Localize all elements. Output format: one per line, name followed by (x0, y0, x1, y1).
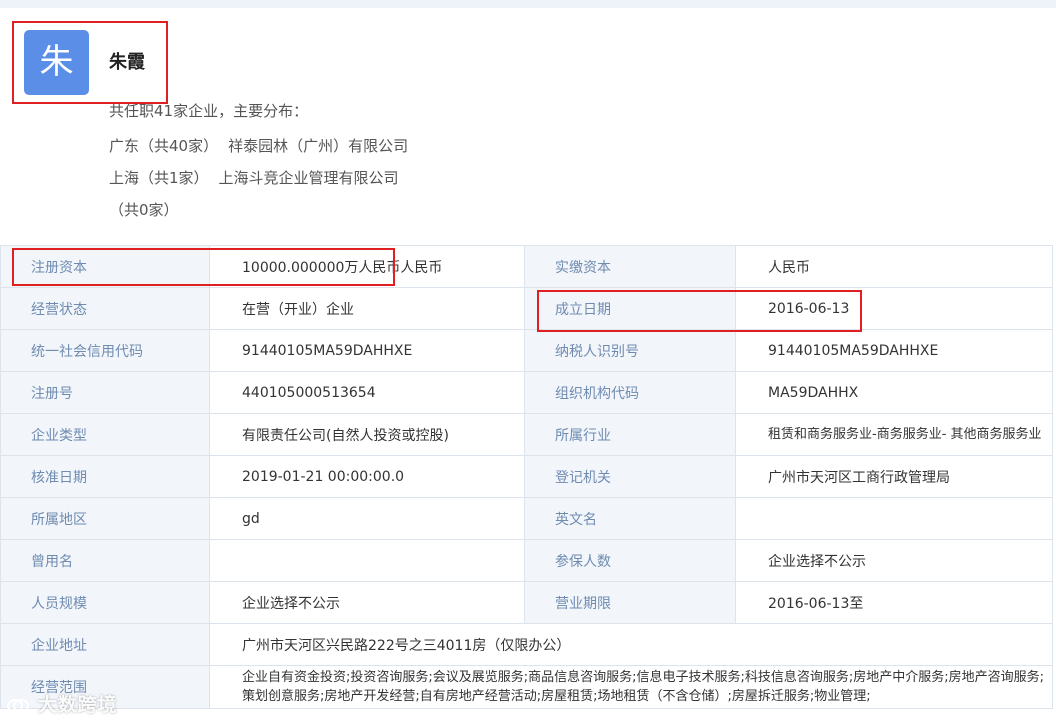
field-value: 10000.000000万人民币人民币 (209, 245, 525, 288)
field-value: MA59DAHHX (735, 371, 1053, 414)
watermark: 大数跨境 (6, 690, 118, 717)
info-row: 所属地区 gd 英文名 (0, 497, 1053, 540)
info-row: 人员规模 企业选择不公示 营业期限 2016-06-13至 (0, 581, 1053, 624)
field-value: 91440105MA59DAHHXE (735, 329, 1053, 372)
field-value: 企业选择不公示 (735, 539, 1053, 582)
field-label: 登记机关 (524, 455, 736, 498)
field-label: 企业地址 (0, 623, 210, 666)
field-label: 曾用名 (0, 539, 210, 582)
watermark-logo-icon (7, 698, 29, 713)
field-label: 组织机构代码 (524, 371, 736, 414)
field-value: 在营（开业）企业 (209, 287, 525, 330)
field-label: 所属地区 (0, 497, 210, 540)
field-label: 营业期限 (524, 581, 736, 624)
field-label: 实缴资本 (524, 245, 736, 288)
field-value: gd (209, 497, 525, 540)
info-row: 企业类型 有限责任公司(自然人投资或控股) 所属行业 租赁和商务服务业-商务服务业- … (0, 413, 1053, 456)
field-label: 统一社会信用代码 (0, 329, 210, 372)
field-label: 企业类型 (0, 413, 210, 456)
field-label: 注册资本 (0, 245, 210, 288)
region-company-link[interactable]: 上海斗竞企业管理有限公司 (219, 169, 399, 187)
region-row: 上海（共1家） 上海斗竞企业管理有限公司 (109, 167, 399, 188)
field-label: 核准日期 (0, 455, 210, 498)
region-label: 广东（共40家） (109, 137, 219, 155)
region-label: 上海（共1家） (109, 169, 209, 187)
field-value: 租赁和商务服务业-商务服务业- 其他商务服务业 (735, 413, 1053, 456)
field-label: 纳税人识别号 (524, 329, 736, 372)
field-value: 2016-06-13 (735, 287, 1053, 330)
field-label: 英文名 (524, 497, 736, 540)
field-label: 所属行业 (524, 413, 736, 456)
field-value: 2019-01-21 00:00:00.0 (209, 455, 525, 498)
region-row: （共0家） (109, 199, 179, 220)
info-row: 曾用名 参保人数 企业选择不公示 (0, 539, 1053, 582)
field-label: 人员规模 (0, 581, 210, 624)
field-label: 参保人数 (524, 539, 736, 582)
company-summary: 共任职41家企业，主要分布： (109, 102, 309, 120)
avatar: 朱 (24, 30, 89, 95)
field-value: 2016-06-13至 (735, 581, 1053, 624)
field-value: 91440105MA59DAHHXE (209, 329, 525, 372)
info-row: 经营状态 在营（开业）企业 成立日期 2016-06-13 (0, 287, 1053, 330)
address-value: 广州市天河区兴民路222号之三4011房（仅限办公） (209, 623, 1053, 666)
field-value: 广州市天河区工商行政管理局 (735, 455, 1053, 498)
field-value (209, 539, 525, 582)
info-row: 注册资本 10000.000000万人民币人民币 实缴资本 人民币 (0, 245, 1053, 288)
person-profile: 朱 朱霞 共任职41家企业，主要分布： 广东（共40家） 祥泰园林（广州）有限公司… (0, 8, 1056, 244)
field-value: 有限责任公司(自然人投资或控股) (209, 413, 525, 456)
field-label: 经营状态 (0, 287, 210, 330)
info-row: 核准日期 2019-01-21 00:00:00.0 登记机关 广州市天河区工商行政管… (0, 455, 1053, 498)
business-scope-value: 企业自有资金投资;投资咨询服务;会议及展览服务;商品信息咨询服务;信息电子技术服… (209, 665, 1053, 709)
region-company-link[interactable]: 祥泰园林（广州）有限公司 (228, 137, 408, 155)
person-name[interactable]: 朱霞 (109, 48, 145, 74)
region-label: （共0家） (109, 201, 179, 219)
field-value: 人民币 (735, 245, 1053, 288)
info-row-scope: 经营范围 企业自有资金投资;投资咨询服务;会议及展览服务;商品信息咨询服务;信息电… (0, 665, 1053, 709)
field-value: 440105000513654 (209, 371, 525, 414)
watermark-text: 大数跨境 (37, 694, 118, 716)
field-value (735, 497, 1053, 540)
field-value: 企业选择不公示 (209, 581, 525, 624)
field-label: 注册号 (0, 371, 210, 414)
info-row: 统一社会信用代码 91440105MA59DAHHXE 纳税人识别号 91440105… (0, 329, 1053, 372)
region-row: 广东（共40家） 祥泰园林（广州）有限公司 (109, 135, 408, 156)
field-label: 成立日期 (524, 287, 736, 330)
info-row-address: 企业地址 广州市天河区兴民路222号之三4011房（仅限办公） (0, 623, 1053, 666)
company-info-table: 注册资本 10000.000000万人民币人民币 实缴资本 人民币 经营状态 在营（开业）… (0, 245, 1053, 709)
info-row: 注册号 440105000513654 组织机构代码 MA59DAHHX (0, 371, 1053, 414)
